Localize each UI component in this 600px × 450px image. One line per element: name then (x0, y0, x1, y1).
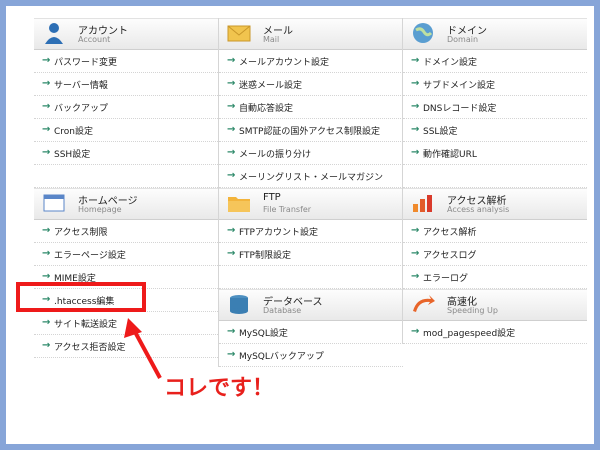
pointer-arrow-icon (124, 318, 162, 379)
callout-text: コレです！ (164, 376, 275, 401)
